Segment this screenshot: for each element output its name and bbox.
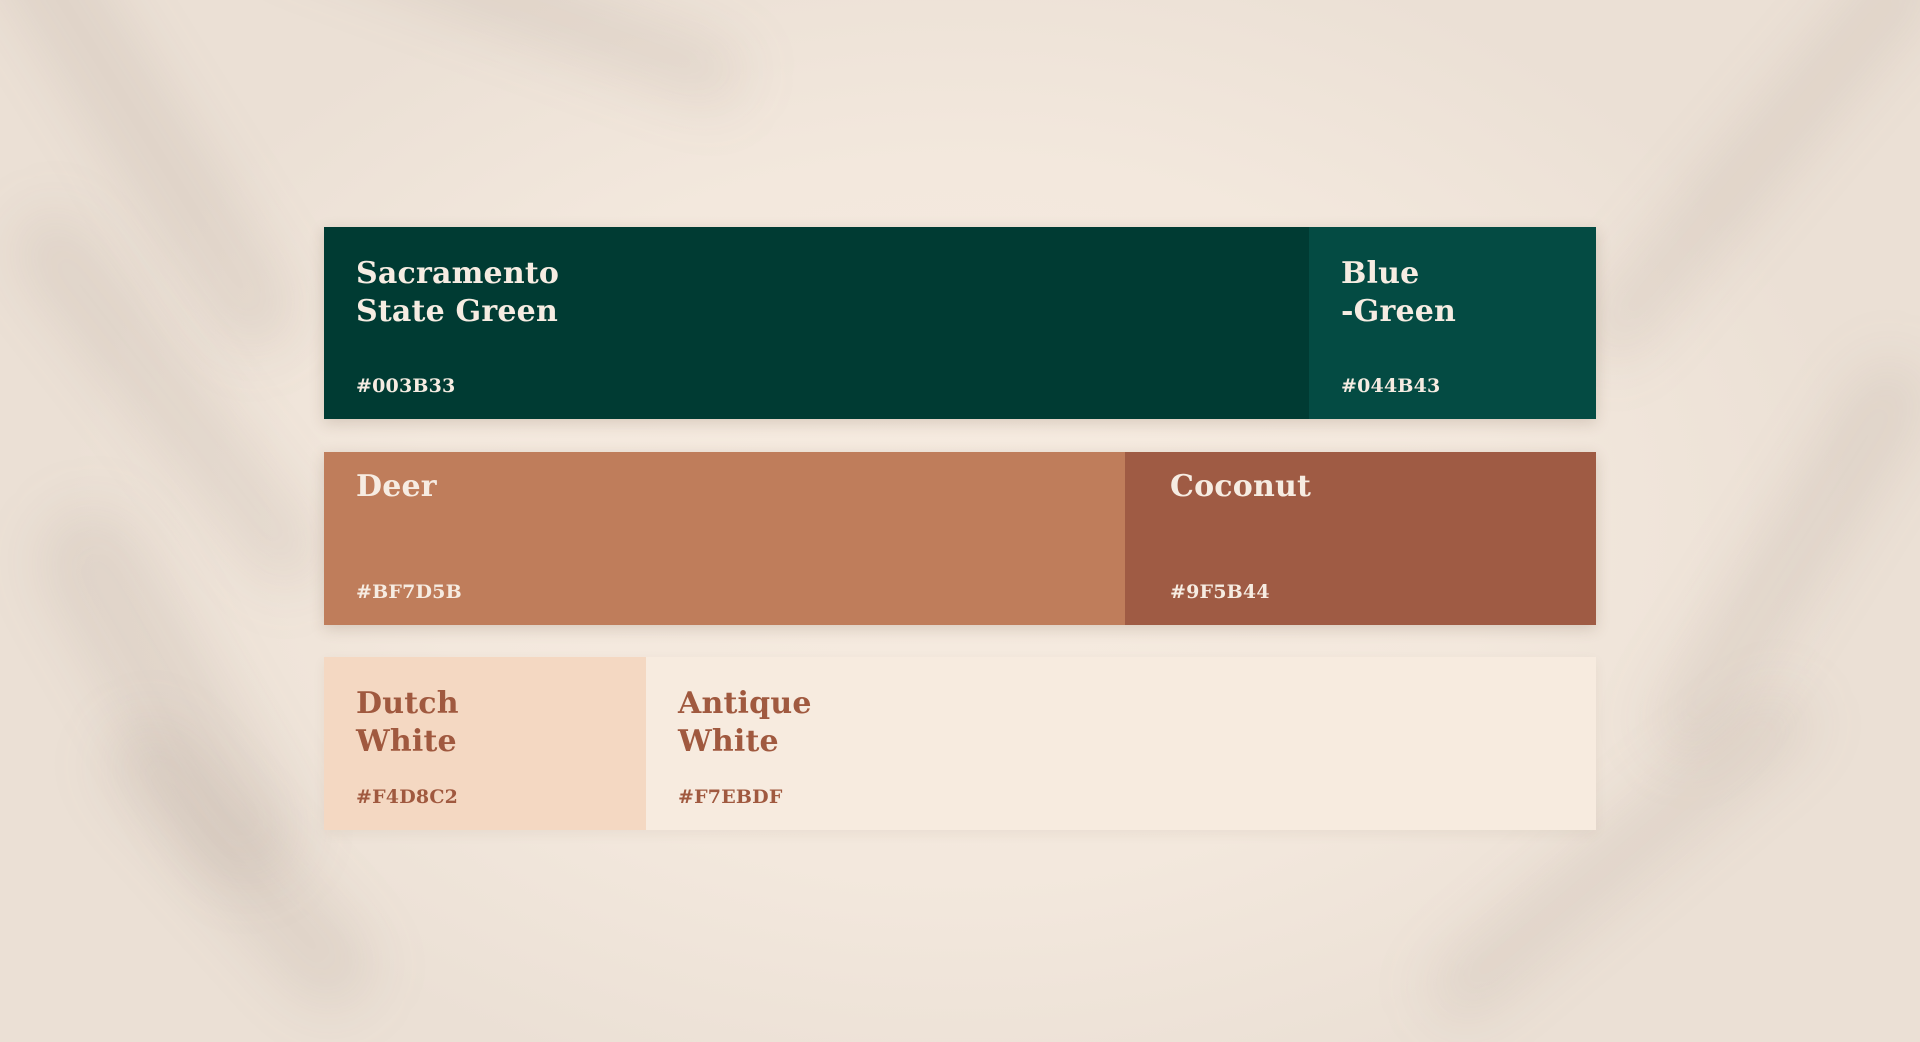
swatch-name: Sacramento State Green (356, 256, 560, 329)
color-palette: Sacramento State Green #003B33 Blue -Gre… (324, 227, 1596, 830)
swatch-deer: Deer #BF7D5B (324, 452, 1125, 625)
swatch-hex-code: #044B43 (1341, 375, 1441, 397)
swatch-sacramento-state-green: Sacramento State Green #003B33 (324, 227, 1309, 419)
swatch-name: Coconut (1170, 469, 1312, 504)
swatch-name: Deer (356, 469, 437, 504)
swatch-hex-code: #003B33 (356, 375, 456, 397)
swatch-name: Antique White (678, 686, 812, 759)
swatch-name: Blue -Green (1341, 256, 1457, 329)
swatch-blue-green: Blue -Green #044B43 (1309, 227, 1596, 419)
swatch-hex-code: #F4D8C2 (356, 786, 459, 808)
palette-row-whites: Dutch White #F4D8C2 Antique White #F7EBD… (324, 657, 1596, 830)
swatch-name: Dutch White (356, 686, 459, 759)
swatch-coconut: Coconut #9F5B44 (1125, 452, 1596, 625)
swatch-hex-code: #F7EBDF (678, 786, 783, 808)
palette-row-browns: Deer #BF7D5B Coconut #9F5B44 (324, 452, 1596, 625)
swatch-dutch-white: Dutch White #F4D8C2 (324, 657, 646, 830)
swatch-hex-code: #BF7D5B (356, 581, 462, 603)
swatch-hex-code: #9F5B44 (1170, 581, 1270, 603)
leaf-shadow (0, 0, 316, 370)
swatch-antique-white: Antique White #F7EBDF (646, 657, 1596, 830)
leaf-shadow (243, 0, 757, 117)
palette-row-greens: Sacramento State Green #003B33 Blue -Gre… (324, 227, 1596, 419)
leaf-shadow (1566, 0, 1920, 377)
